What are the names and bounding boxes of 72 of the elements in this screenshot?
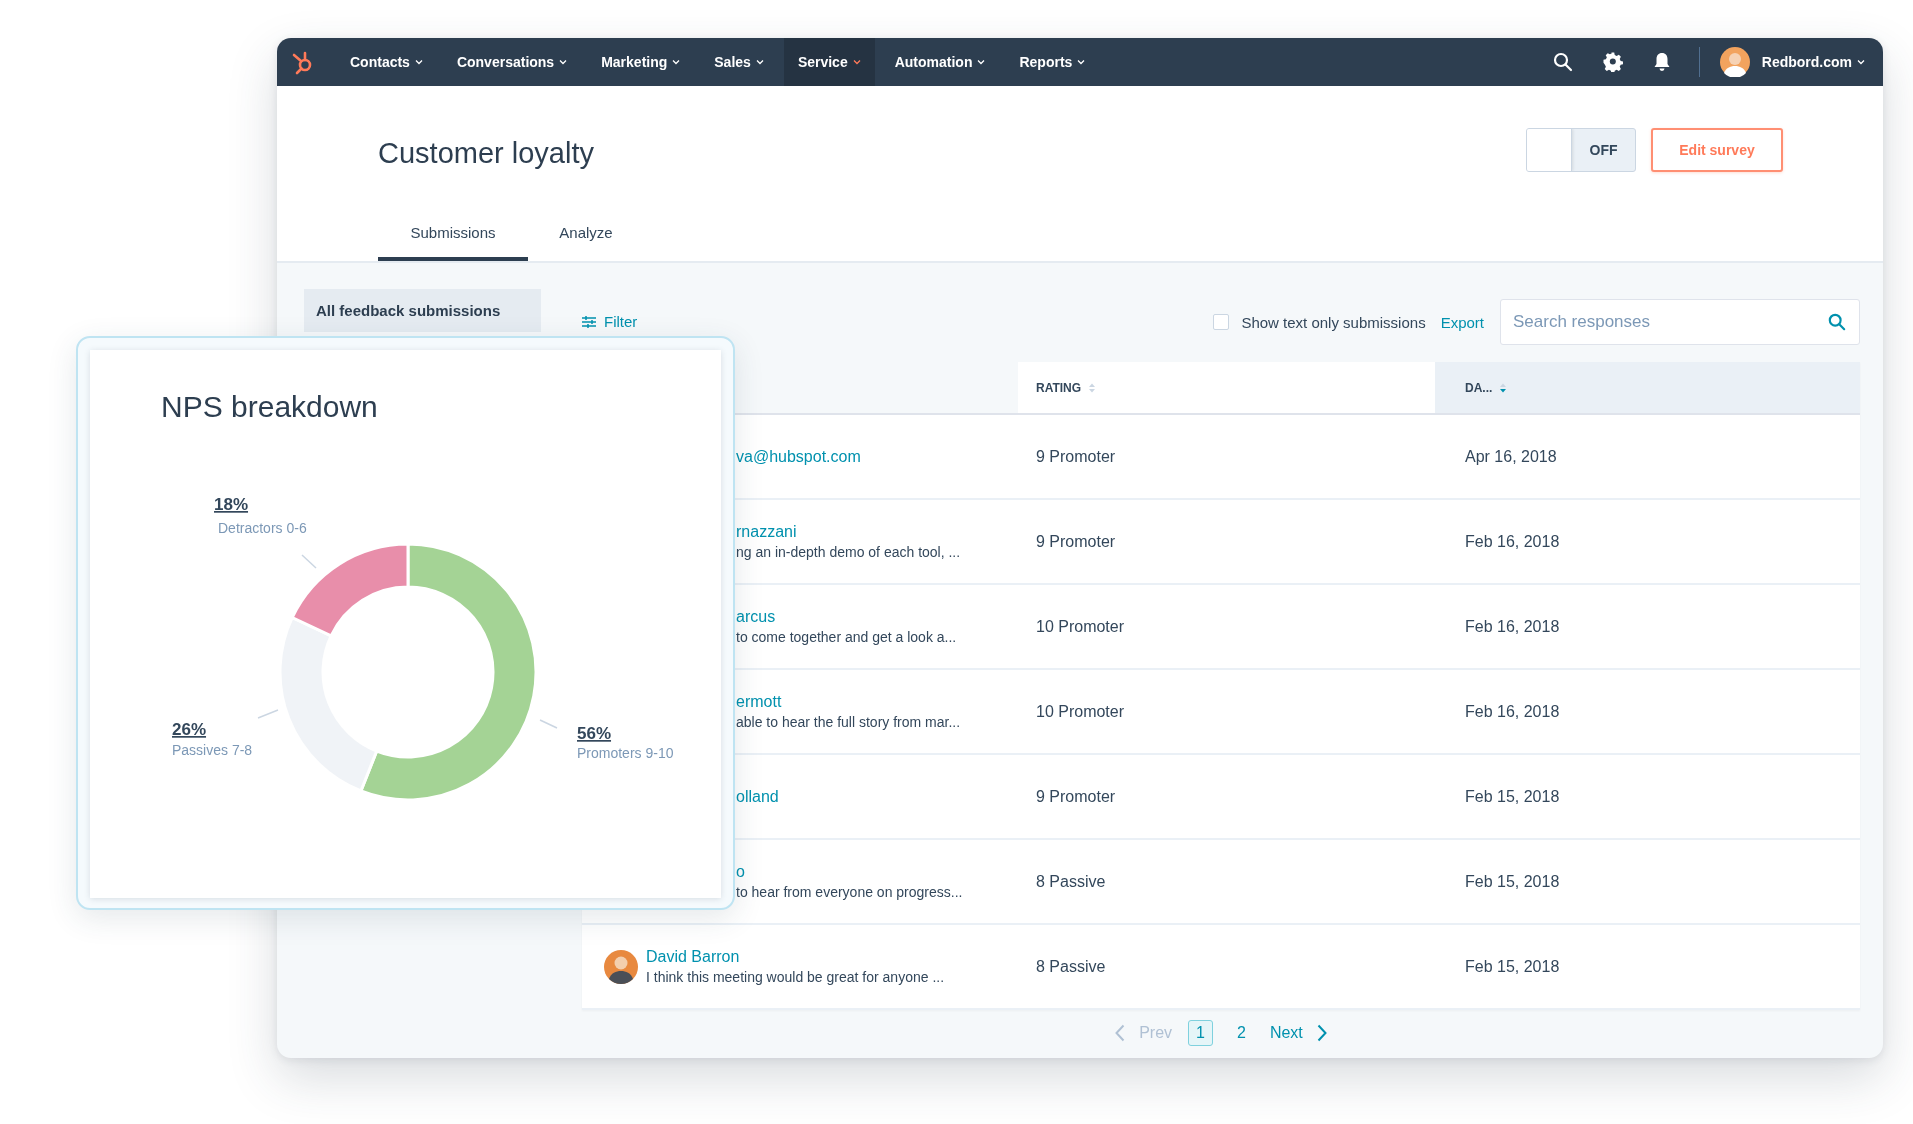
contact-link[interactable]: David Barron — [646, 948, 945, 966]
nav-menu-item[interactable]: Marketing — [587, 38, 695, 86]
nav-menu-item[interactable]: Reports — [1005, 38, 1100, 86]
filter-icon — [582, 316, 596, 328]
sidebar-item[interactable]: All feedback submissions — [304, 289, 541, 332]
caret-icon — [414, 59, 423, 65]
search-icon[interactable] — [1552, 52, 1573, 72]
leader-line — [539, 719, 558, 729]
tab[interactable]: Submissions — [378, 211, 528, 261]
caret-icon — [977, 59, 986, 65]
caret-icon — [755, 59, 764, 65]
nav-menu-item[interactable]: Contacts — [336, 38, 437, 86]
checkbox-label: Show text only submissions — [1241, 313, 1426, 331]
date-cell-text: Feb 16, 2018 — [1464, 617, 1560, 636]
tab[interactable]: Analyze — [528, 211, 644, 261]
rating-cell-text: 10 Promoter — [1035, 702, 1126, 721]
contact-link[interactable]: arcus — [736, 608, 957, 626]
nav-menu-item[interactable]: Conversations — [442, 38, 582, 86]
contact-link[interactable]: ermott — [736, 693, 961, 711]
percent-label: 26% — [172, 720, 207, 739]
rating-cell-text: 8 Passive — [1035, 957, 1107, 976]
category-label: Promoters 9-10 — [577, 745, 674, 761]
category-label: Detractors 0-6 — [218, 520, 307, 536]
search-field[interactable]: Search responses — [1500, 299, 1860, 345]
caret-icon — [852, 59, 861, 65]
rating-cell-text: 10 Promoter — [1035, 617, 1126, 636]
date-cell-text: Feb 15, 2018 — [1464, 787, 1560, 806]
chevron-right-icon — [1316, 1024, 1327, 1042]
caret-icon — [1857, 59, 1865, 65]
response-snippet: to come together and get a look a... — [736, 629, 957, 645]
leader-line — [301, 554, 317, 569]
date-cell-text: Feb 16, 2018 — [1464, 702, 1560, 721]
date-cell-text: Feb 15, 2018 — [1464, 872, 1560, 891]
chevron-left-icon — [1115, 1024, 1126, 1042]
response-snippet: I think this meeting would be great for anyone ... — [646, 969, 945, 985]
rating-cell-text: 9 Promoter — [1035, 787, 1117, 806]
percent-label: 56% — [577, 724, 612, 743]
page-number[interactable]: 2 — [1229, 1020, 1254, 1046]
nav-menu-item[interactable]: Automation — [880, 38, 1000, 86]
date-cell-text: Feb 15, 2018 — [1464, 957, 1560, 976]
next-page-link[interactable]: Next — [1269, 1024, 1327, 1042]
checkbox[interactable] — [1213, 314, 1230, 330]
leader-line — [257, 709, 279, 719]
category-label: Passives 7-8 — [172, 742, 253, 758]
rating-cell-text: 9 Promoter — [1035, 447, 1117, 466]
contact-link[interactable]: rnazzani — [736, 523, 961, 541]
contact-link[interactable]: o — [736, 863, 963, 881]
nav-menu-item[interactable]: Service — [783, 38, 875, 86]
contact-link[interactable]: olland — [736, 787, 779, 806]
settings-icon[interactable] — [1602, 52, 1623, 72]
account-menu[interactable]: Redbord.com — [1761, 54, 1865, 70]
column-header[interactable]: DA... — [1435, 362, 1860, 413]
filter-link[interactable]: Filter — [582, 314, 638, 330]
notification-bell-icon[interactable] — [1652, 52, 1671, 72]
date-cell-text: Feb 16, 2018 — [1464, 532, 1560, 551]
percent-label: 18% — [214, 495, 249, 514]
rating-cell-text: 9 Promoter — [1035, 532, 1117, 551]
response-snippet: ng an in-depth demo of each tool, ... — [736, 544, 961, 560]
column-header[interactable]: RATING — [1018, 362, 1435, 413]
contact-link[interactable]: va@hubspot.com — [736, 447, 861, 466]
avatar-icon[interactable] — [1719, 47, 1750, 77]
page-title: Customer loyalty — [378, 137, 594, 170]
caret-icon — [672, 59, 681, 65]
date-cell-text: Apr 16, 2018 — [1464, 447, 1557, 466]
response-snippet: able to hear the full story from mar... — [736, 714, 961, 730]
caret-icon — [1077, 59, 1086, 65]
nav-menu-item[interactable]: Sales — [700, 38, 778, 86]
caret-icon — [559, 59, 568, 65]
card-title: NPS breakdown — [160, 389, 379, 425]
response-snippet: to hear from everyone on progress... — [736, 884, 963, 900]
rating-cell-text: 8 Passive — [1035, 872, 1107, 891]
toggle-switch[interactable]: OFF — [1526, 127, 1636, 172]
